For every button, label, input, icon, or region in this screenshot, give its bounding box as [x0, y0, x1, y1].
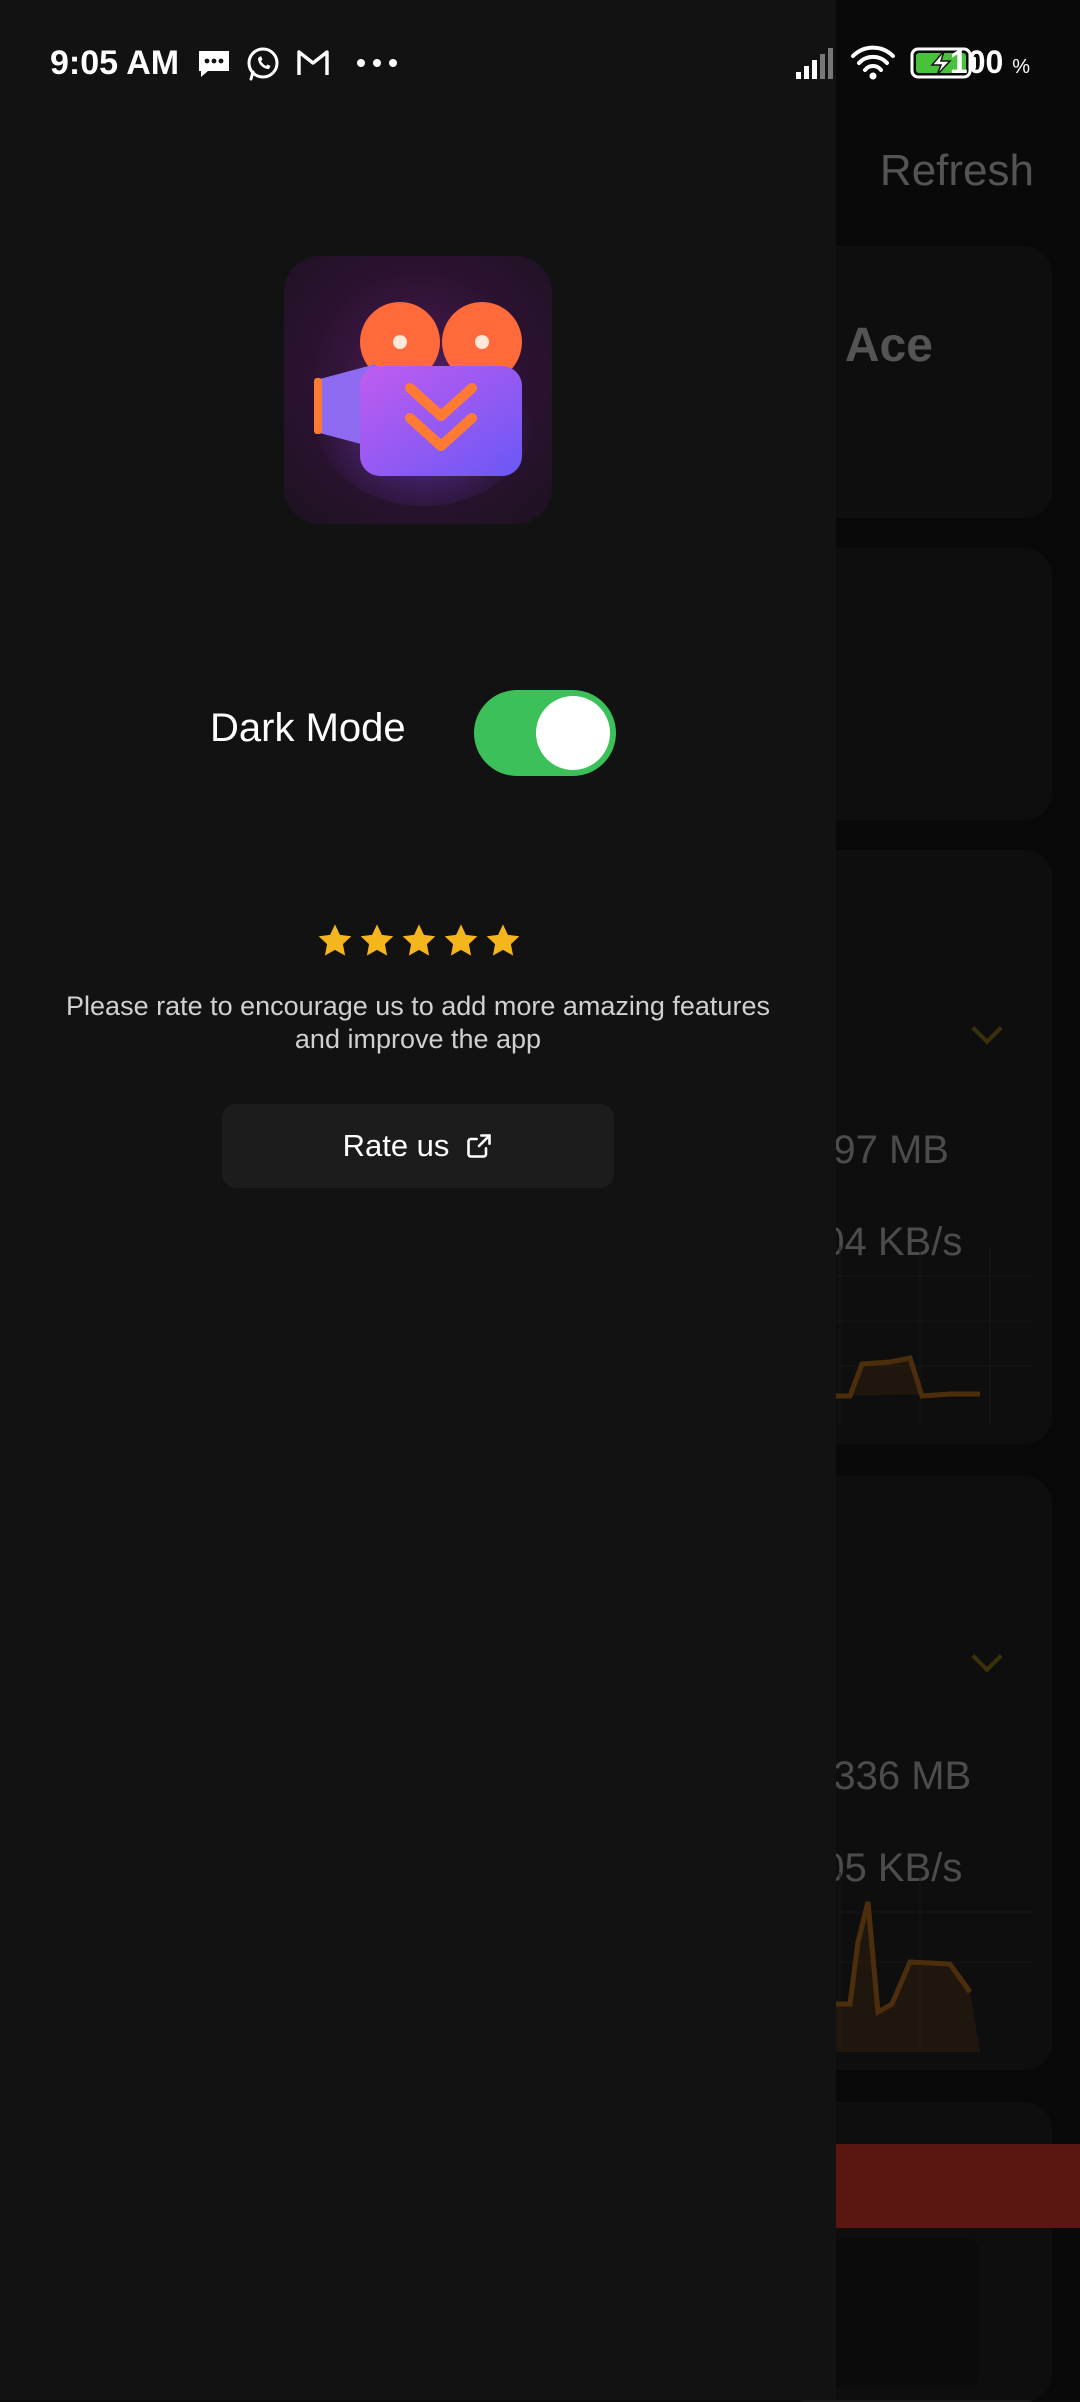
star-icon[interactable]	[316, 922, 354, 960]
navigation-drawer: Dark Mode Please rate to encourage us to…	[0, 0, 836, 2400]
rate-us-label: Rate us	[342, 1128, 450, 1163]
rate-us-button[interactable]: Rate us	[222, 1104, 614, 1188]
status-bar: 9:05 AM 100 %	[0, 0, 1080, 128]
gmail-icon	[297, 50, 329, 75]
battery-percent: 100	[949, 44, 1004, 80]
whatsapp-icon	[247, 47, 279, 81]
video-downloader-logo-icon	[314, 302, 534, 506]
message-icon	[199, 51, 229, 77]
rate-prompt: Please rate to encourage us to add more …	[66, 991, 770, 1054]
signal-icon	[796, 48, 833, 79]
star-icon[interactable]	[442, 922, 480, 960]
dark-mode-toggle[interactable]	[474, 690, 616, 776]
star-icon[interactable]	[358, 922, 396, 960]
rating-stars[interactable]	[316, 922, 522, 964]
dark-mode-label: Dark Mode	[210, 706, 406, 750]
external-link-icon	[467, 1134, 492, 1158]
toggle-knob	[536, 696, 610, 770]
star-icon[interactable]	[484, 922, 522, 960]
wifi-icon	[851, 45, 895, 80]
battery-unit: %	[1012, 56, 1030, 78]
battery-level: 100 %	[950, 44, 1030, 81]
star-icon[interactable]	[400, 922, 438, 960]
app-logo	[284, 256, 552, 524]
more-dots-icon	[357, 59, 397, 67]
status-time: 9:05 AM	[50, 44, 180, 82]
